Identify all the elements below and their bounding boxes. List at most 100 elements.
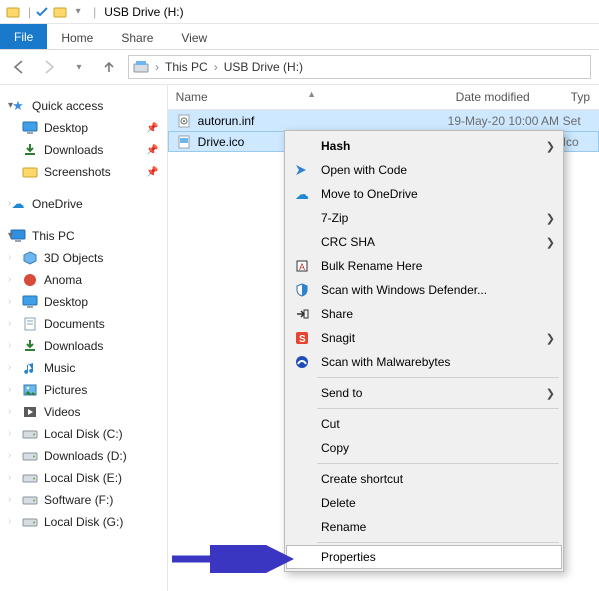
music-icon [22, 360, 38, 376]
drive-icon [22, 492, 38, 508]
nav-up-button[interactable] [98, 56, 120, 78]
svg-text:A: A [299, 262, 305, 272]
sidebar-item[interactable]: ›Documents [4, 313, 163, 335]
menu-item[interactable]: SSnagit❯ [287, 326, 561, 350]
anoma-icon [22, 272, 38, 288]
menu-item[interactable]: Properties [286, 545, 562, 569]
qat-dropdown-icon[interactable]: ▾ [71, 5, 85, 19]
drive-icon [133, 59, 149, 75]
chevron-right-icon[interactable]: › [8, 428, 11, 439]
tab-file[interactable]: File [0, 24, 47, 49]
sidebar-item[interactable]: ›Software (F:) [4, 489, 163, 511]
menu-item[interactable]: 7-Zip❯ [287, 206, 561, 230]
breadcrumb-leaf[interactable]: USB Drive (H:) [224, 60, 303, 74]
menu-item[interactable]: Hash ❯ [287, 134, 561, 158]
nav-recent-dropdown[interactable]: ▾ [68, 56, 90, 78]
menu-item[interactable]: A Bulk Rename Here [287, 254, 561, 278]
menu-item-label: 7-Zip [321, 211, 348, 225]
sidebar-item[interactable]: ›Local Disk (C:) [4, 423, 163, 445]
chevron-right-icon[interactable]: › [8, 274, 11, 285]
sidebar-item[interactable]: ›Local Disk (G:) [4, 511, 163, 533]
tab-view[interactable]: View [167, 27, 221, 49]
nav-back-button[interactable] [8, 56, 30, 78]
menu-item-label: Bulk Rename Here [321, 259, 422, 273]
menu-item-label: Snagit [321, 331, 355, 345]
sidebar-item[interactable]: › 3D Objects [4, 247, 163, 269]
chevron-right-icon[interactable]: › [8, 340, 11, 351]
app-icon [6, 5, 20, 19]
drive-icon [22, 448, 38, 464]
sort-indicator-icon: ▲ [307, 89, 316, 99]
chevron-right-icon[interactable]: › [8, 252, 11, 263]
menu-item[interactable]: Rename [287, 515, 561, 539]
chevron-right-icon[interactable]: › [8, 516, 11, 527]
menu-item[interactable]: Create shortcut [287, 467, 561, 491]
chevron-right-icon[interactable]: › [8, 384, 11, 395]
blank-icon [293, 137, 311, 155]
sidebar-item-label: 3D Objects [44, 251, 103, 265]
chevron-right-icon[interactable]: › [155, 60, 159, 74]
sidebar-item-label: Downloads [44, 339, 103, 353]
menu-item[interactable]: Send to❯ [287, 381, 561, 405]
chevron-right-icon[interactable]: › [8, 450, 11, 461]
menu-item[interactable]: Open with Code [287, 158, 561, 182]
sidebar-item[interactable]: ›Desktop [4, 291, 163, 313]
chevron-right-icon: ❯ [546, 140, 555, 153]
chevron-right-icon[interactable]: › [8, 362, 11, 373]
menu-item[interactable]: Scan with Malwarebytes [287, 350, 561, 374]
breadcrumb-root[interactable]: This PC [165, 60, 208, 74]
chevron-right-icon[interactable]: › [8, 296, 11, 307]
tab-home[interactable]: Home [47, 27, 107, 49]
chevron-right-icon[interactable]: › [8, 494, 11, 505]
column-type[interactable]: Typ [563, 90, 599, 104]
menu-item-label: Hash [321, 139, 350, 153]
blank-icon [293, 209, 311, 227]
sidebar-item[interactable]: ›Downloads (D:) [4, 445, 163, 467]
column-date[interactable]: Date modified [448, 90, 563, 104]
menu-item[interactable]: Cut [287, 412, 561, 436]
chevron-right-icon[interactable]: › [8, 198, 11, 209]
menu-item-label: Cut [321, 417, 340, 431]
blank-icon [293, 518, 311, 536]
chevron-down-icon[interactable]: ▾ [8, 100, 13, 111]
navigation-pane[interactable]: ▾ ★ Quick access Desktop📌Downloads📌Scree… [0, 85, 168, 591]
sidebar-onedrive[interactable]: › ☁ OneDrive [4, 193, 163, 215]
menu-item[interactable]: Copy [287, 436, 561, 460]
column-name[interactable]: Name ▲ [168, 90, 448, 104]
nav-forward-button[interactable] [38, 56, 60, 78]
column-headers: Name ▲ Date modified Typ [168, 85, 599, 110]
chevron-right-icon[interactable]: › [8, 318, 11, 329]
sidebar-this-pc[interactable]: ▾ This PC [4, 225, 163, 247]
sidebar-quick-access[interactable]: ▾ ★ Quick access [4, 95, 163, 117]
qat-check-icon[interactable] [35, 5, 49, 19]
menu-item[interactable]: Delete [287, 491, 561, 515]
sidebar-item[interactable]: Downloads📌 [4, 139, 163, 161]
chevron-right-icon[interactable]: › [8, 472, 11, 483]
menu-item[interactable]: Scan with Windows Defender... [287, 278, 561, 302]
sidebar-item-label: This PC [32, 229, 75, 243]
chevron-right-icon[interactable]: › [214, 60, 218, 74]
address-bar[interactable]: › This PC › USB Drive (H:) [128, 55, 591, 79]
menu-item-label: Send to [321, 386, 362, 400]
tab-share[interactable]: Share [107, 27, 167, 49]
chevron-right-icon[interactable]: › [8, 406, 11, 417]
sidebar-item[interactable]: › Downloads [4, 335, 163, 357]
sidebar-item[interactable]: Screenshots📌 [4, 161, 163, 183]
videos-icon [22, 404, 38, 420]
file-row[interactable]: autorun.inf19-May-20 10:00 AMSet [168, 110, 599, 131]
sidebar-item[interactable]: ›Local Disk (E:) [4, 467, 163, 489]
chevron-down-icon[interactable]: ▾ [8, 230, 13, 241]
menu-separator [317, 542, 559, 543]
sidebar-item-label: Anoma [44, 273, 82, 287]
sidebar-item[interactable]: ›Pictures [4, 379, 163, 401]
menu-item[interactable]: Share [287, 302, 561, 326]
sidebar-item[interactable]: ›Music [4, 357, 163, 379]
pin-icon: 📌 [146, 167, 158, 178]
sidebar-item[interactable]: › Anoma [4, 269, 163, 291]
menu-item[interactable]: ☁Move to OneDrive [287, 182, 561, 206]
file-name: Drive.ico [198, 135, 245, 149]
sidebar-item[interactable]: Desktop📌 [4, 117, 163, 139]
qat-folder-icon[interactable] [53, 5, 67, 19]
menu-item[interactable]: CRC SHA❯ [287, 230, 561, 254]
sidebar-item[interactable]: ›Videos [4, 401, 163, 423]
